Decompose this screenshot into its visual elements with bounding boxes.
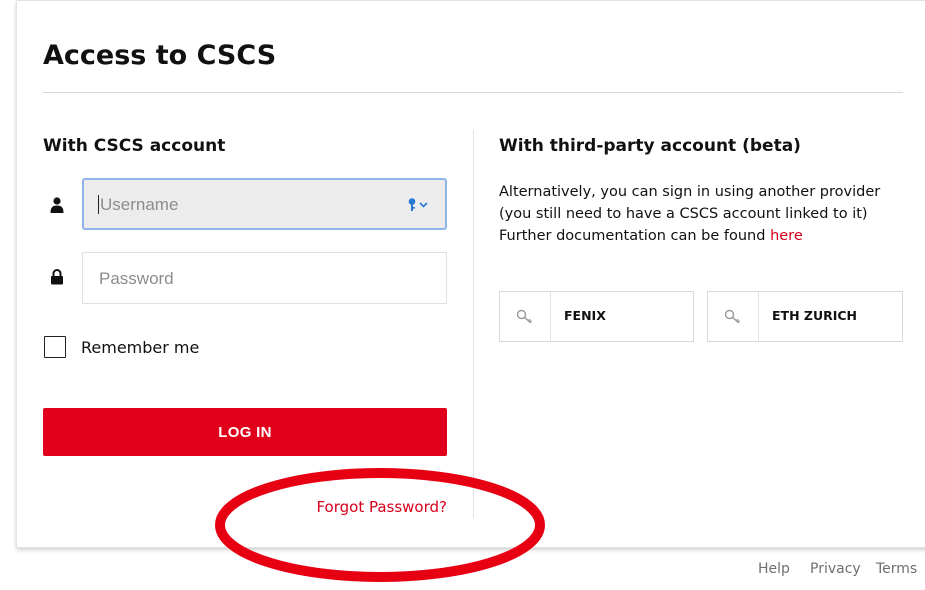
keychain-autofill-icon[interactable] [407, 197, 431, 213]
footer-privacy-link[interactable]: Privacy [810, 561, 861, 577]
provider-label: FENIX [564, 308, 606, 323]
cscs-account-heading: With CSCS account [43, 136, 226, 156]
key-icon [516, 309, 532, 324]
third-party-description: Alternatively, you can sign in using ano… [499, 181, 919, 247]
provider-icon-cell [708, 292, 759, 341]
third-party-line-3: Further documentation can be found here [499, 225, 919, 247]
third-party-line-1: Alternatively, you can sign in using ano… [499, 184, 881, 200]
username-input[interactable] [98, 180, 402, 230]
provider-icon-cell [500, 292, 551, 341]
footer-terms-link[interactable]: Terms [876, 561, 917, 577]
lock-icon [51, 269, 63, 285]
key-icon [724, 309, 740, 324]
provider-label: ETH ZURICH [772, 308, 858, 323]
password-field[interactable] [82, 252, 447, 305]
footer-help-link[interactable]: Help [758, 561, 790, 577]
documentation-text: Further documentation can be found [499, 228, 766, 244]
title-divider [43, 92, 903, 93]
text-cursor [98, 195, 99, 214]
third-party-heading: With third-party account (beta) [499, 136, 801, 156]
documentation-link[interactable]: here [770, 228, 803, 244]
forgot-password-link[interactable]: Forgot Password? [316, 498, 447, 516]
password-input[interactable] [97, 253, 401, 305]
column-divider [473, 130, 474, 518]
remember-me-label[interactable]: Remember me [81, 338, 199, 357]
username-field[interactable] [82, 178, 447, 230]
remember-me-checkbox[interactable] [44, 336, 66, 358]
provider-button-eth-zurich[interactable]: ETH ZURICH [707, 291, 903, 342]
provider-button-fenix[interactable]: FENIX [499, 291, 694, 342]
third-party-line-2: (you still need to have a CSCS account l… [499, 206, 868, 222]
user-icon [50, 197, 64, 213]
login-button[interactable]: LOG IN [43, 408, 447, 456]
page-title: Access to CSCS [43, 40, 277, 71]
